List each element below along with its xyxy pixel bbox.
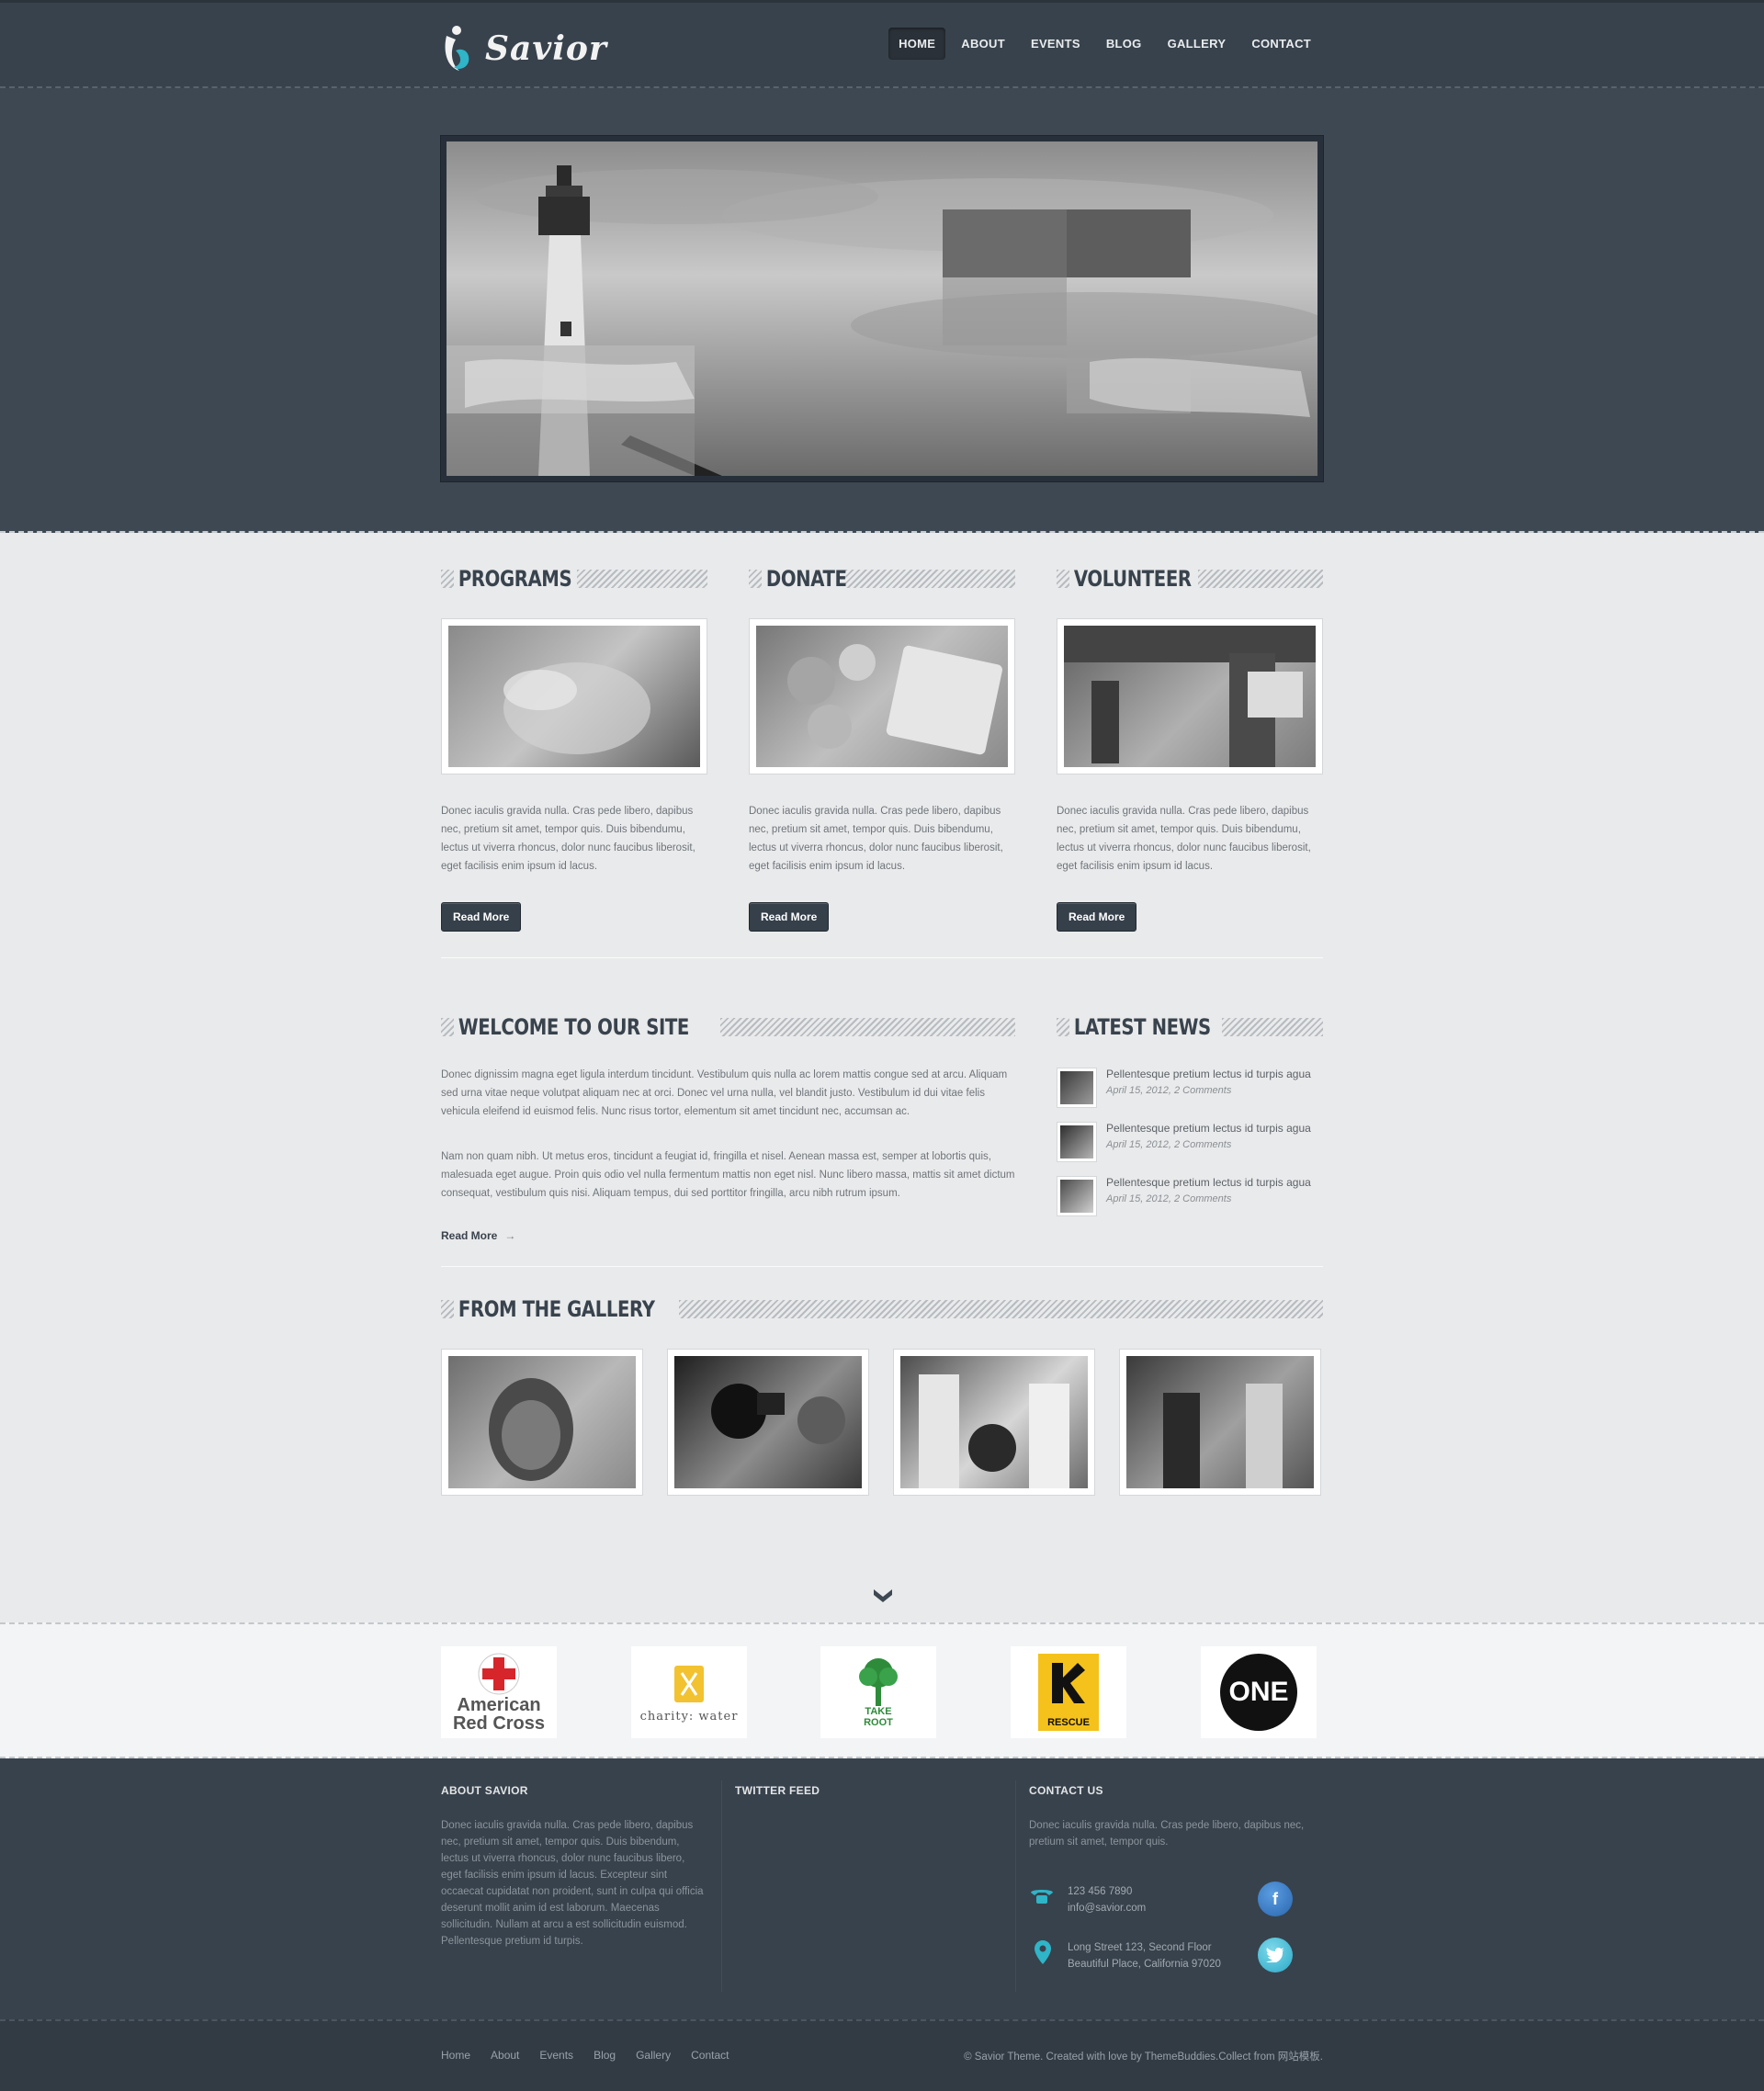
partner-rescue-logo[interactable]: RESCUE bbox=[1011, 1646, 1126, 1738]
news-item[interactable]: Pellentesque pretium lectus id turpis ag… bbox=[1057, 1122, 1323, 1164]
volunteer-heading: VOLUNTEER bbox=[1057, 566, 1323, 592]
partner-red-cross-logo[interactable]: American Red Cross bbox=[441, 1646, 557, 1738]
chevron-down-icon[interactable] bbox=[874, 1589, 892, 1604]
footer-twitter: TWITTER FEED bbox=[735, 1784, 1001, 1797]
footer-link-gallery[interactable]: Gallery bbox=[636, 2049, 671, 2062]
donate-text: Donec iaculis gravida nulla. Cras pede l… bbox=[749, 806, 1003, 872]
gallery-heading: FROM THE GALLERY bbox=[441, 1296, 1323, 1322]
contact-email[interactable]: info@savior.com bbox=[1068, 1900, 1146, 1916]
jerrycan-icon bbox=[674, 1665, 704, 1702]
footer-link-events[interactable]: Events bbox=[539, 2049, 573, 2062]
partners-strip: American Red Cross charity: water TAKE R… bbox=[0, 1622, 1764, 1758]
facebook-icon[interactable]: f bbox=[1258, 1882, 1293, 1916]
contact-address-line-2: Beautiful Place, California 97020 bbox=[1068, 1959, 1221, 1970]
programs-heading: PROGRAMS bbox=[441, 566, 707, 592]
news-item[interactable]: Pellentesque pretium lectus id turpis ag… bbox=[1057, 1176, 1323, 1218]
logo-link[interactable]: Savior bbox=[441, 23, 607, 74]
welcome-paragraph-2: Nam non quam nibh. Ut metus eros, tincid… bbox=[441, 1151, 1015, 1199]
gallery-image[interactable] bbox=[441, 1349, 643, 1496]
partner-charity-water-logo[interactable]: charity: water bbox=[631, 1646, 747, 1738]
copyright-text: © Savior Theme. Created with love by The… bbox=[964, 2051, 1323, 2063]
nav-about[interactable]: ABOUT bbox=[951, 28, 1015, 60]
footer-about-title: ABOUT SAVIOR bbox=[441, 1784, 528, 1797]
news-title[interactable]: Pellentesque pretium lectus id turpis ag… bbox=[1106, 1176, 1311, 1189]
news-thumbnail bbox=[1057, 1176, 1097, 1216]
location-pin-icon bbox=[1035, 1940, 1051, 1964]
red-cross-icon bbox=[478, 1653, 520, 1695]
footer-about-text: Donec iaculis gravida nulla. Cras pede l… bbox=[441, 1820, 704, 1947]
donate-image[interactable] bbox=[749, 618, 1015, 774]
nav-events[interactable]: EVENTS bbox=[1021, 28, 1091, 60]
partner-one-logo[interactable]: ONE bbox=[1201, 1646, 1317, 1738]
brand-name: Savior bbox=[485, 29, 607, 68]
footer-contact-title: CONTACT US bbox=[1029, 1784, 1103, 1797]
partner-take-root-logo[interactable]: TAKE ROOT bbox=[820, 1646, 936, 1738]
donate-read-more-button[interactable]: Read More bbox=[749, 902, 830, 932]
welcome-read-more-link[interactable]: Read More → bbox=[441, 1229, 515, 1242]
footer-separator bbox=[1015, 1780, 1016, 1992]
volunteer-text: Donec iaculis gravida nulla. Cras pede l… bbox=[1057, 806, 1311, 872]
logo-icon bbox=[445, 26, 469, 71]
programs-read-more-button[interactable]: Read More bbox=[441, 902, 522, 932]
news-thumbnail bbox=[1057, 1068, 1097, 1108]
twitter-icon[interactable] bbox=[1258, 1938, 1293, 1972]
news-title[interactable]: Pellentesque pretium lectus id turpis ag… bbox=[1106, 1068, 1311, 1080]
footer-link-about[interactable]: About bbox=[491, 2049, 519, 2062]
news-item[interactable]: Pellentesque pretium lectus id turpis ag… bbox=[1057, 1068, 1323, 1110]
footer-twitter-title: TWITTER FEED bbox=[735, 1784, 820, 1797]
phone-icon bbox=[1031, 1890, 1053, 1904]
nav-contact[interactable]: CONTACT bbox=[1241, 28, 1321, 60]
donate-heading: DONATE bbox=[749, 566, 1015, 592]
programs-image[interactable] bbox=[441, 618, 707, 774]
news-meta: April 15, 2012, 2 Comments bbox=[1106, 1085, 1232, 1096]
news-meta: April 15, 2012, 2 Comments bbox=[1106, 1193, 1232, 1204]
tree-icon bbox=[859, 1658, 898, 1706]
section-divider bbox=[441, 1266, 1323, 1267]
footer-contact-text: Donec iaculis gravida nulla. Cras pede l… bbox=[1029, 1820, 1305, 1848]
latest-news-heading: LATEST NEWS bbox=[1057, 1014, 1323, 1040]
nav-blog[interactable]: BLOG bbox=[1096, 28, 1152, 60]
volunteer-read-more-button[interactable]: Read More bbox=[1057, 902, 1137, 932]
site-footer: ABOUT SAVIOR Donec iaculis gravida nulla… bbox=[0, 1758, 1764, 2019]
footer-link-home[interactable]: Home bbox=[441, 2049, 470, 2062]
contact-phone: 123 456 7890 bbox=[1068, 1886, 1133, 1897]
rescue-icon: RESCUE bbox=[1038, 1654, 1099, 1731]
gallery-image[interactable] bbox=[1119, 1349, 1321, 1496]
footer-link-contact[interactable]: Contact bbox=[691, 2049, 729, 2062]
hero-slider[interactable] bbox=[441, 136, 1323, 481]
one-badge: ONE bbox=[1220, 1654, 1297, 1731]
programs-text: Donec iaculis gravida nulla. Cras pede l… bbox=[441, 806, 695, 872]
footer-link-blog[interactable]: Blog bbox=[594, 2049, 616, 2062]
section-divider bbox=[441, 957, 1323, 958]
volunteer-image[interactable] bbox=[1057, 618, 1323, 774]
footer-separator bbox=[721, 1780, 722, 1992]
gallery-image[interactable] bbox=[893, 1349, 1095, 1496]
welcome-paragraph-1: Donec dignissim magna eget ligula interd… bbox=[441, 1069, 1008, 1117]
main-nav: HOME ABOUT EVENTS BLOG GALLERY CONTACT bbox=[888, 28, 1321, 60]
nav-home[interactable]: HOME bbox=[888, 28, 946, 60]
footer-contact: CONTACT US Donec iaculis gravida nulla. … bbox=[1029, 1784, 1323, 1850]
news-title[interactable]: Pellentesque pretium lectus id turpis ag… bbox=[1106, 1122, 1311, 1135]
footer-bottom-bar: Home About Events Blog Gallery Contact ©… bbox=[0, 2019, 1764, 2091]
site-header: Savior HOME ABOUT EVENTS BLOG GALLERY CO… bbox=[0, 0, 1764, 88]
hero-image bbox=[447, 141, 1317, 476]
footer-nav: Home About Events Blog Gallery Contact bbox=[441, 2049, 729, 2062]
arrow-right-icon: → bbox=[504, 1229, 516, 1242]
welcome-heading: WELCOME TO OUR SITE bbox=[441, 1014, 1015, 1040]
gallery-image[interactable] bbox=[667, 1349, 869, 1496]
contact-address-line-1: Long Street 123, Second Floor bbox=[1068, 1942, 1212, 1953]
footer-about: ABOUT SAVIOR Donec iaculis gravida nulla… bbox=[441, 1784, 707, 1950]
nav-gallery[interactable]: GALLERY bbox=[1158, 28, 1237, 60]
news-thumbnail bbox=[1057, 1122, 1097, 1162]
news-meta: April 15, 2012, 2 Comments bbox=[1106, 1139, 1232, 1150]
